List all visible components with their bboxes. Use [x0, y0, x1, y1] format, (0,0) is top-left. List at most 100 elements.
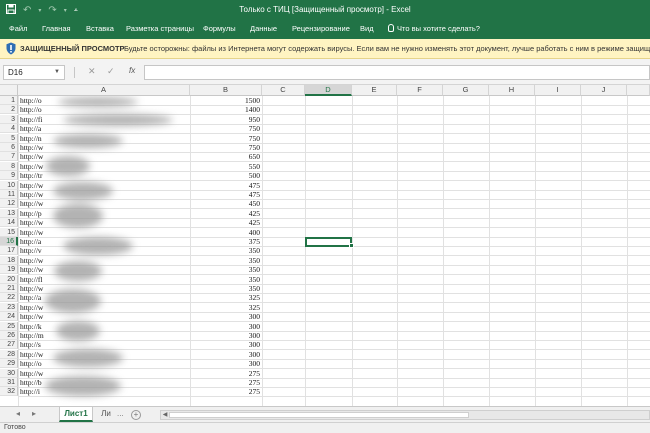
cell-b-value[interactable]: 425	[190, 209, 260, 218]
more-sheets-ellipsis[interactable]: ...	[117, 409, 124, 418]
cell-b-value[interactable]: 300	[190, 322, 260, 331]
row-header[interactable]: 13	[0, 208, 18, 218]
row-header[interactable]: 7	[0, 152, 18, 162]
cell-b-value[interactable]: 950	[190, 115, 260, 124]
tell-me-box[interactable]: Что вы хотите сделать?	[388, 24, 480, 33]
cell-b-value[interactable]: 275	[190, 378, 260, 387]
cell-b-value[interactable]: 350	[190, 284, 260, 293]
cell-b-value[interactable]: 475	[190, 181, 260, 190]
cell-b-value[interactable]: 300	[190, 340, 260, 349]
column-header-next[interactable]	[627, 85, 650, 96]
formula-input[interactable]	[144, 65, 650, 80]
active-cell-d16[interactable]	[305, 236, 352, 247]
chevron-right-icon[interactable]: ▸	[32, 409, 36, 418]
cell-b-value[interactable]: 375	[190, 237, 260, 246]
row-header[interactable]: 6	[0, 143, 18, 152]
cell-b-value[interactable]: 300	[190, 350, 260, 359]
row-header[interactable]: 5	[0, 133, 18, 143]
tab-page-layout[interactable]: Разметка страницы	[126, 24, 194, 33]
cell-b-value[interactable]: 475	[190, 190, 260, 199]
row-header[interactable]: 21	[0, 284, 18, 293]
cell-b-value[interactable]: 425	[190, 218, 260, 227]
row-header[interactable]: 4	[0, 124, 18, 134]
sheet-tab-list1[interactable]: Лист1	[59, 407, 93, 422]
tab-formulas[interactable]: Формулы	[203, 24, 236, 33]
row-header[interactable]: 10	[0, 180, 18, 190]
cell-b-value[interactable]: 350	[190, 265, 260, 274]
column-header-e[interactable]: E	[352, 85, 397, 96]
row-header[interactable]: 32	[0, 387, 18, 397]
worksheet-grid[interactable]: A B C D E F G H I J 1 http://o 1500 2 http:/…	[0, 85, 650, 406]
chevron-left-icon[interactable]: ◀	[161, 411, 169, 418]
cell-b-value[interactable]: 750	[190, 143, 260, 152]
tab-home[interactable]: Главная	[42, 24, 71, 33]
column-header-g[interactable]: G	[443, 85, 489, 96]
row-header[interactable]: 20	[0, 274, 18, 284]
column-header-h[interactable]: H	[489, 85, 535, 96]
cell-b-value[interactable]: 325	[190, 303, 260, 312]
cell-b-value[interactable]: 350	[190, 256, 260, 265]
cell-b-value[interactable]: 750	[190, 134, 260, 143]
cell-b-value[interactable]: 300	[190, 331, 260, 340]
cell-b-value[interactable]: 350	[190, 246, 260, 255]
cell-b-value[interactable]: 750	[190, 124, 260, 133]
fill-handle[interactable]	[349, 243, 354, 249]
cell-b-value[interactable]: 300	[190, 359, 260, 368]
tab-view[interactable]: Вид	[360, 24, 374, 33]
close-icon[interactable]: ✕	[88, 66, 96, 77]
scrollbar-thumb[interactable]	[169, 412, 469, 418]
row-header[interactable]: 1	[0, 96, 18, 105]
row-header[interactable]: 8	[0, 161, 18, 171]
row-header[interactable]: 27	[0, 340, 18, 350]
row-header[interactable]: 14	[0, 218, 18, 228]
column-header-i[interactable]: I	[535, 85, 581, 96]
fx-icon[interactable]: fx	[129, 66, 135, 75]
cell-b-value[interactable]: 550	[190, 162, 260, 171]
tab-file[interactable]: Файл	[9, 24, 27, 33]
select-all-corner[interactable]	[0, 85, 18, 96]
column-header-j[interactable]: J	[581, 85, 627, 96]
row-header[interactable]: 16	[0, 237, 18, 246]
chevron-left-icon[interactable]: ◂	[16, 409, 20, 418]
column-header-f[interactable]: F	[397, 85, 443, 96]
tab-data[interactable]: Данные	[250, 24, 277, 33]
row-header[interactable]: 9	[0, 171, 18, 181]
row-header[interactable]: 3	[0, 114, 18, 124]
cell-b-value[interactable]: 325	[190, 293, 260, 302]
check-icon[interactable]: ✓	[107, 66, 115, 77]
row-header[interactable]: 18	[0, 255, 18, 265]
row-header[interactable]: 31	[0, 378, 18, 387]
cell-b-value[interactable]: 450	[190, 199, 260, 208]
cell-b-value[interactable]: 350	[190, 275, 260, 284]
row-header[interactable]: 26	[0, 331, 18, 340]
row-header[interactable]: 28	[0, 349, 18, 359]
cell-b-value[interactable]: 1500	[190, 96, 260, 105]
cell-b-value[interactable]: 400	[190, 228, 260, 237]
cell-b-value[interactable]: 275	[190, 369, 260, 378]
row-header[interactable]: 2	[0, 105, 18, 115]
row-header[interactable]: 12	[0, 199, 18, 209]
row-header[interactable]: 30	[0, 368, 18, 378]
chevron-down-icon[interactable]: ▼	[54, 69, 60, 75]
row-header[interactable]: 15	[0, 227, 18, 237]
row-header[interactable]: 23	[0, 302, 18, 312]
cell-b-value[interactable]: 1400	[190, 105, 260, 114]
add-sheet-icon[interactable]: +	[131, 410, 141, 420]
row-header[interactable]: 24	[0, 312, 18, 322]
tab-review[interactable]: Рецензирование	[292, 24, 350, 33]
column-header-d[interactable]: D	[305, 85, 352, 96]
row-header[interactable]: 22	[0, 293, 18, 303]
cell-b-value[interactable]: 275	[190, 387, 260, 396]
tab-insert[interactable]: Вставка	[86, 24, 114, 33]
cell-b-value[interactable]: 300	[190, 312, 260, 321]
row-header[interactable]: 11	[0, 190, 18, 199]
column-header-c[interactable]: C	[262, 85, 305, 96]
cell-b-value[interactable]: 650	[190, 152, 260, 161]
cell-b-value[interactable]: 500	[190, 171, 260, 180]
column-header-a[interactable]: A	[18, 85, 190, 96]
row-header[interactable]: 29	[0, 359, 18, 369]
horizontal-scrollbar[interactable]: ◀	[160, 410, 650, 420]
sheet-tab-other[interactable]: Ли	[96, 407, 116, 422]
column-header-b[interactable]: B	[190, 85, 262, 96]
row-header[interactable]: 17	[0, 246, 18, 256]
